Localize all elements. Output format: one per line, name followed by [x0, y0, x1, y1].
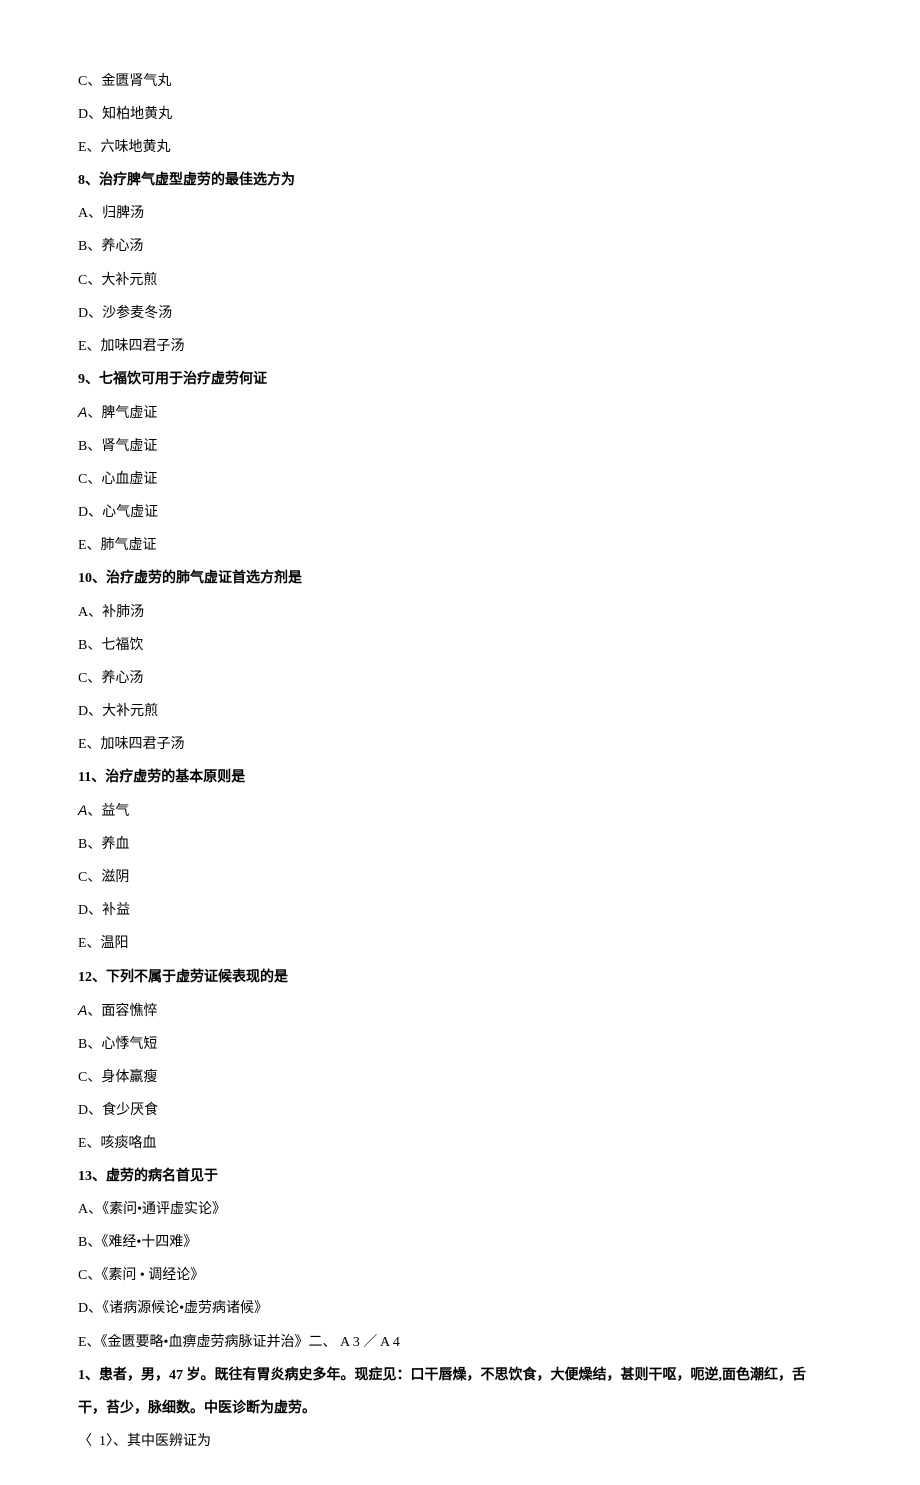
- text-line: C、滋阴: [78, 868, 842, 888]
- text-line: C、《素问 • 调经论》: [78, 1266, 842, 1286]
- text-line: D、补益: [78, 901, 842, 921]
- text-line: B、肾气虚证: [78, 437, 842, 457]
- text-line: E、六味地黄丸: [78, 138, 842, 158]
- text-line: E、温阳: [78, 934, 842, 954]
- text-line: E、咳痰咯血: [78, 1134, 842, 1154]
- text-line: D、知柏地黄丸: [78, 105, 842, 125]
- text-line: C、身体羸瘦: [78, 1068, 842, 1088]
- text-line: B、养血: [78, 835, 842, 855]
- text-line: A、益气: [78, 801, 842, 822]
- option-text: 、面容憔悴: [87, 1004, 157, 1019]
- document-page: C、金匮肾气丸 D、知柏地黄丸 E、六味地黄丸 8、治疗脾气虚型虚劳的最佳选方为 A、归…: [0, 0, 920, 1485]
- text-line: D、心气虚证: [78, 503, 842, 523]
- text-line: B、《难经•十四难》: [78, 1233, 842, 1253]
- text-line: C、金匮肾气丸: [78, 72, 842, 92]
- text-line: 1、患者，男，47 岁。既往有胃炎病史多年。现症见：口干唇燥，不思饮食，大便燥结…: [78, 1366, 842, 1386]
- text-line: D、大补元煎: [78, 702, 842, 722]
- option-letter: A: [78, 404, 87, 420]
- text-line: D、食少厌食: [78, 1101, 842, 1121]
- text-line: B、七福饮: [78, 636, 842, 656]
- option-letter: A: [78, 1002, 87, 1018]
- text-line: C、大补元煎: [78, 271, 842, 291]
- text-line: A、归脾汤: [78, 204, 842, 224]
- text-line: E、《金匮要略•血痹虚劳病脉证并治》二、 A 3 ／ A 4: [78, 1333, 842, 1353]
- text-line: E、肺气虚证: [78, 536, 842, 556]
- text-line: 13、虚劳的病名首见于: [78, 1167, 842, 1187]
- text-line: D、《诸病源候论•虚劳病诸候》: [78, 1299, 842, 1319]
- text-line: 9、七福饮可用于治疗虚劳何证: [78, 370, 842, 390]
- option-text: 、益气: [87, 804, 129, 819]
- text-line: B、养心汤: [78, 237, 842, 257]
- text-line: C、养心汤: [78, 669, 842, 689]
- text-line: 〈 1〉、其中医辨证为: [78, 1432, 842, 1452]
- option-text: 、脾气虚证: [87, 406, 157, 421]
- text-line: A、补肺汤: [78, 603, 842, 623]
- text-line: 10、治疗虚劳的肺气虚证首选方剂是: [78, 569, 842, 589]
- text-line: D、沙参麦冬汤: [78, 304, 842, 324]
- text-line: 12、下列不属于虚劳证候表现的是: [78, 968, 842, 988]
- text-line: 干，苔少，脉细数。中医诊断为虚劳。: [78, 1399, 842, 1419]
- text-line: E、加味四君子汤: [78, 735, 842, 755]
- text-line: B、心悸气短: [78, 1035, 842, 1055]
- text-line: A、《素问•通评虚实论》: [78, 1200, 842, 1220]
- text-line: A、脾气虚证: [78, 403, 842, 424]
- text-line: 8、治疗脾气虚型虚劳的最佳选方为: [78, 171, 842, 191]
- text-line: 11、治疗虚劳的基本原则是: [78, 768, 842, 788]
- text-line: E、加味四君子汤: [78, 337, 842, 357]
- text-line: A、面容憔悴: [78, 1001, 842, 1022]
- option-letter: A: [78, 802, 87, 818]
- text-line: C、心血虚证: [78, 470, 842, 490]
